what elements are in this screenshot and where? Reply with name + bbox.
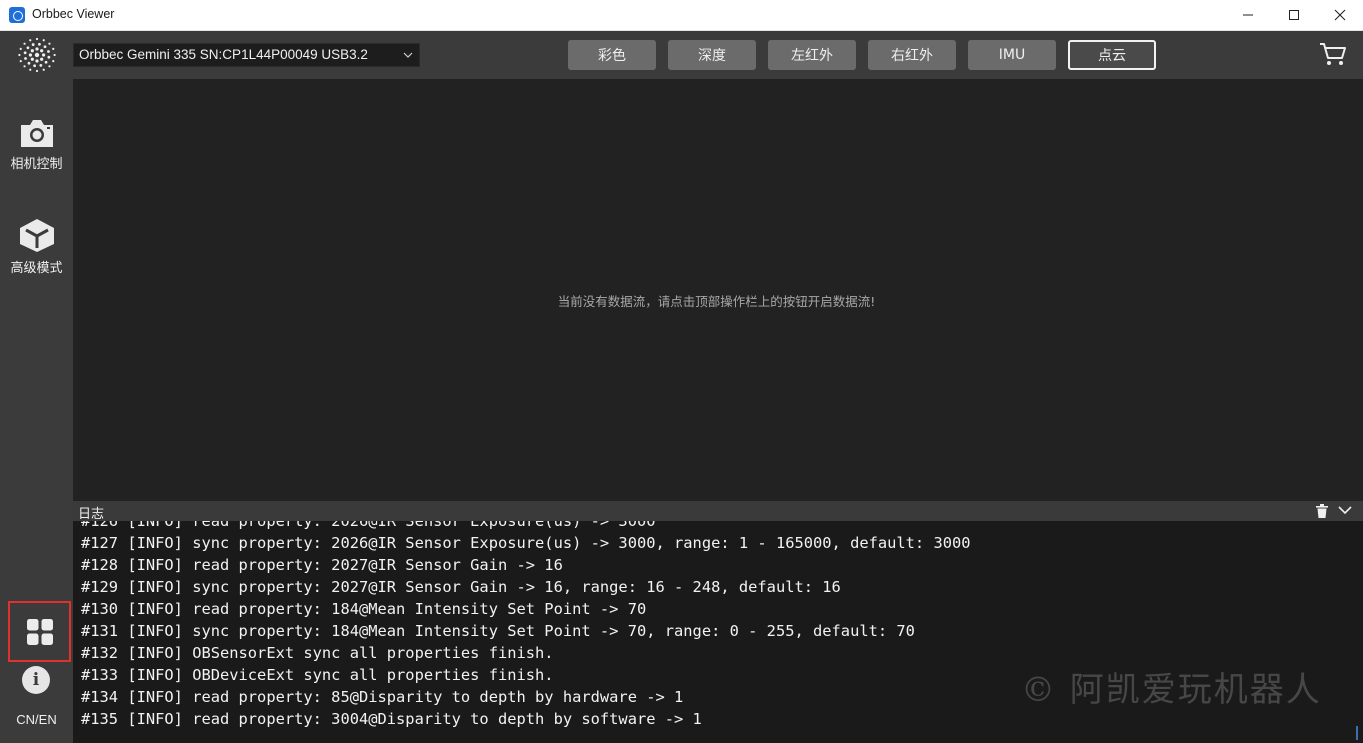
sidebar-item-advanced-mode[interactable]: 高级模式: [0, 217, 73, 276]
log-line: #128 [INFO] read property: 2027@IR Senso…: [81, 556, 563, 574]
stream-button-point-cloud[interactable]: 点云: [1068, 40, 1156, 70]
camera-icon: [20, 120, 53, 147]
stream-button-imu[interactable]: IMU: [968, 40, 1056, 70]
log-title: 日志: [78, 507, 105, 522]
log-lines: #126 [INFO] read property: 2026@IR Senso…: [81, 521, 971, 730]
window-title: Orbbec Viewer: [32, 7, 115, 21]
log-line: #127 [INFO] sync property: 2026@IR Senso…: [81, 534, 971, 552]
maximize-icon: [1289, 10, 1299, 20]
close-button[interactable]: [1317, 0, 1363, 30]
sidebar-item-label: 高级模式: [10, 261, 63, 276]
chevron-down-icon: [1338, 506, 1352, 515]
log-console[interactable]: #126 [INFO] read property: 2026@IR Senso…: [73, 521, 1363, 743]
left-sidebar: 相机控制 高级模式 i CN/EN: [0, 79, 73, 743]
watermark: © 阿凯爱玩机器人: [1021, 670, 1322, 710]
cube-icon: [19, 219, 54, 252]
stream-button-right-ir[interactable]: 右红外: [868, 40, 956, 70]
empty-stream-message: 当前没有数据流，请点击顶部操作栏上的按钮开启数据流!: [557, 294, 876, 309]
stream-button-color[interactable]: 彩色: [568, 40, 656, 70]
log-line: #126 [INFO] read property: 2026@IR Senso…: [81, 521, 656, 530]
info-icon[interactable]: i: [22, 666, 50, 694]
log-line: #133 [INFO] OBDeviceExt sync all propert…: [81, 666, 554, 684]
apps-grid-icon: [26, 618, 53, 645]
app-logo-icon: [9, 7, 25, 23]
minimize-button[interactable]: [1225, 0, 1271, 30]
log-line: #129 [INFO] sync property: 2027@IR Senso…: [81, 578, 841, 596]
language-toggle[interactable]: CN/EN: [0, 712, 73, 727]
top-toolbar: Orbbec Gemini 335 SN:CP1L44P00049 USB3.2…: [0, 31, 1363, 79]
close-icon: [1334, 9, 1346, 21]
log-line: #132 [INFO] OBSensorExt sync all propert…: [81, 644, 554, 662]
stream-viewport: 当前没有数据流，请点击顶部操作栏上的按钮开启数据流!: [73, 79, 1363, 501]
trash-icon[interactable]: [1314, 503, 1330, 519]
log-line: #131 [INFO] sync property: 184@Mean Inte…: [81, 622, 915, 640]
minimize-icon: [1243, 14, 1253, 16]
apps-grid-button[interactable]: [8, 601, 71, 662]
collapse-log-button[interactable]: [1338, 502, 1352, 522]
sidebar-item-camera-control[interactable]: 相机控制: [0, 117, 73, 172]
orbbec-logo-icon: [18, 37, 56, 73]
scrollbar-thumb[interactable]: [1356, 726, 1358, 740]
maximize-button[interactable]: [1271, 0, 1317, 30]
chevron-down-icon: [403, 44, 413, 66]
device-select[interactable]: Orbbec Gemini 335 SN:CP1L44P00049 USB3.2: [73, 43, 420, 67]
log-line: #135 [INFO] read property: 3004@Disparit…: [81, 710, 702, 728]
log-line: #130 [INFO] read property: 184@Mean Inte…: [81, 600, 647, 618]
shopping-cart-icon[interactable]: [1318, 39, 1348, 69]
stream-button-depth[interactable]: 深度: [668, 40, 756, 70]
log-line: #134 [INFO] read property: 85@Disparity …: [81, 688, 684, 706]
sidebar-item-label: 相机控制: [10, 157, 63, 172]
log-header: 日志: [73, 501, 1363, 522]
title-bar: Orbbec Viewer: [0, 0, 1363, 31]
device-select-value: Orbbec Gemini 335 SN:CP1L44P00049 USB3.2: [79, 47, 368, 62]
stream-button-left-ir[interactable]: 左红外: [768, 40, 856, 70]
